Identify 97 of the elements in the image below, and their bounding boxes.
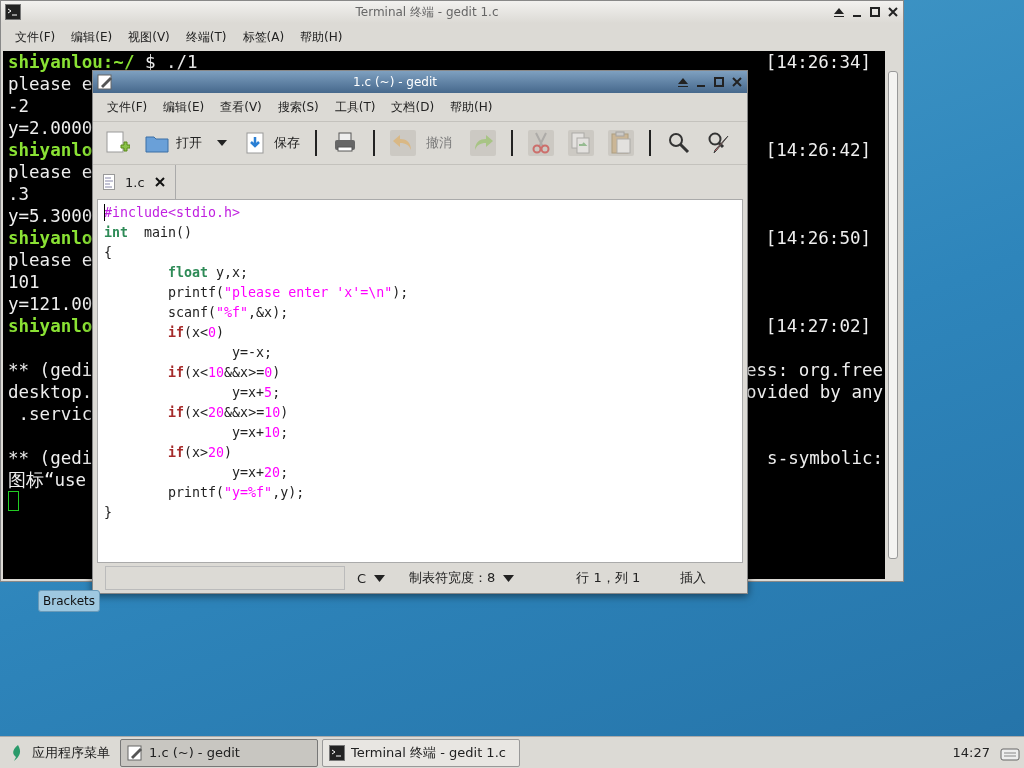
terminal-line: [14:26:42] xyxy=(765,139,872,161)
folder-icon xyxy=(145,136,169,153)
scrollbar-thumb[interactable] xyxy=(888,71,898,559)
terminal-line: desktop. xyxy=(8,382,93,402)
open-button[interactable]: 打开 xyxy=(139,127,207,159)
menu-item[interactable]: 编辑(E) xyxy=(155,96,213,118)
close-icon[interactable] xyxy=(887,6,899,18)
terminal-line: .servic xyxy=(17,404,93,424)
scrollbar[interactable] xyxy=(885,51,901,579)
code-line: if(x<0) xyxy=(167,324,226,342)
printer-icon xyxy=(335,132,355,152)
caret-icon xyxy=(503,574,515,582)
terminal-line: ovided by any xyxy=(746,381,883,403)
code-line: if(x<20&&x>=10) xyxy=(167,404,290,422)
code-line: #include<stdio.h> xyxy=(104,204,242,222)
search-icon xyxy=(669,133,690,154)
terminal-line: [14:26:50] xyxy=(765,227,872,249)
tooltip: Brackets xyxy=(38,590,100,612)
menu-item[interactable]: 帮助(H) xyxy=(292,26,351,48)
tab-label: 1.c xyxy=(125,174,145,190)
code-line: } xyxy=(104,504,113,522)
menu-item[interactable]: 查看(V) xyxy=(212,96,270,118)
menu-item[interactable]: 搜索(S) xyxy=(269,96,327,118)
code-line: printf("y=%f",y); xyxy=(167,484,306,502)
language-dropdown[interactable]: C xyxy=(345,570,398,586)
clock: 14:27 xyxy=(951,745,991,760)
text-editor-icon xyxy=(127,744,143,761)
code-line: if(x>20) xyxy=(167,444,234,462)
maximize-icon[interactable] xyxy=(869,6,881,18)
terminal-prompt: shiyanlou:~/ xyxy=(8,52,135,72)
terminal-line: [14:27:02] xyxy=(765,315,872,337)
code-line: float y,x; xyxy=(167,264,250,282)
terminal-line: -2 xyxy=(8,96,30,116)
menu-item[interactable]: 帮助(H) xyxy=(442,96,501,118)
tab-width-dropdown[interactable]: 制表符宽度：8 xyxy=(397,569,527,587)
code-line: y=-x; xyxy=(231,344,274,362)
copy-icon xyxy=(571,132,590,154)
document-icon xyxy=(103,174,115,190)
shade-icon[interactable] xyxy=(833,6,845,18)
terminal-prompt: shiyanlo xyxy=(8,228,93,248)
redo-icon xyxy=(475,135,493,150)
terminal-prompt: shiyanlo xyxy=(8,316,93,336)
terminal-line: y=2.0000 xyxy=(8,118,93,138)
menu-item[interactable]: 编辑(E) xyxy=(63,26,121,48)
terminal-prompt: shiyanlo xyxy=(8,140,93,160)
terminal-icon xyxy=(5,4,21,20)
terminal-line: y=121.00 xyxy=(8,294,93,314)
terminal-line: s-symbolic: xyxy=(767,447,883,469)
save-button[interactable]: 保存 xyxy=(237,127,305,159)
code-line: y=x+20; xyxy=(231,464,290,482)
terminal-line: please e xyxy=(8,74,93,94)
code-line: { xyxy=(104,244,113,262)
menu-item[interactable]: 终端(T) xyxy=(177,26,235,48)
code-line: scanf("%f",&x); xyxy=(167,304,290,322)
scissors-icon xyxy=(532,132,550,154)
terminal-line: .3 xyxy=(8,184,30,204)
menu-item[interactable]: 文档(D) xyxy=(383,96,443,118)
terminal-line: ** (gedi xyxy=(8,360,93,380)
taskbar-button[interactable]: Terminal 终端 - gedit 1.c xyxy=(322,738,520,767)
cursor-position: 行 1，列 1 xyxy=(575,569,642,587)
applications-menu[interactable]: 应用程序菜单 xyxy=(4,743,116,762)
terminal-line: ** (gedi xyxy=(8,448,93,468)
terminal-line: please e xyxy=(8,162,93,182)
terminal-line: $ ./1 xyxy=(143,52,198,72)
code-line: if(x<10&&x>=0) xyxy=(167,364,282,382)
code-line: int main() xyxy=(104,224,194,242)
terminal-line: 图标“use xyxy=(8,470,87,490)
caret-icon xyxy=(216,139,228,147)
menu-item[interactable]: 文件(F) xyxy=(99,96,156,118)
code-line: y=x+5; xyxy=(231,384,282,402)
terminal-cursor xyxy=(8,491,19,511)
document-tab[interactable]: 1.c xyxy=(93,165,176,199)
code-line: y=x+10; xyxy=(231,424,290,442)
terminal-icon xyxy=(329,744,345,761)
code-line: printf("please enter 'x'=\n"); xyxy=(167,284,410,302)
taskbar-button[interactable]: 1.c (~) - gedit xyxy=(120,738,318,767)
terminal-line: ess: org.free xyxy=(746,359,883,381)
window-title: Terminal 终端 - gedit 1.c xyxy=(354,3,500,21)
undo-icon xyxy=(393,135,411,150)
terminal-line: y=5.3000 xyxy=(8,206,93,226)
find-replace-icon xyxy=(708,132,729,154)
terminal-line: 101 xyxy=(8,272,40,292)
terminal-line: please e xyxy=(8,250,93,270)
menu-item[interactable]: 视图(V) xyxy=(120,26,178,48)
new-document-icon xyxy=(106,131,130,153)
close-icon[interactable] xyxy=(154,177,165,187)
menu-item[interactable]: 工具(T) xyxy=(326,96,384,118)
save-icon xyxy=(246,132,264,154)
menu-item[interactable]: 标签(A) xyxy=(234,26,293,48)
menu-item[interactable]: 文件(F) xyxy=(7,26,64,48)
text-editor-icon xyxy=(97,74,113,90)
code-editor[interactable]: #include<stdio.h> int main() { float y,x; printf("please enter 'x'=\n"); scanf("%f",&x); if(x<0) y=-x; if(x<10&&x>=0) y=x+5; if(x<20&&x>=10) y=x+10; if(x>20) y=x+20; printf("y=%f",y); } xyxy=(97,199,743,563)
terminal-line: [14:26:34] xyxy=(765,51,872,73)
insert-mode: 插入 xyxy=(679,569,708,587)
window-title: 1.c (~) - gedit xyxy=(352,75,438,89)
caret-icon xyxy=(374,574,386,582)
clipboard-icon xyxy=(611,131,631,154)
